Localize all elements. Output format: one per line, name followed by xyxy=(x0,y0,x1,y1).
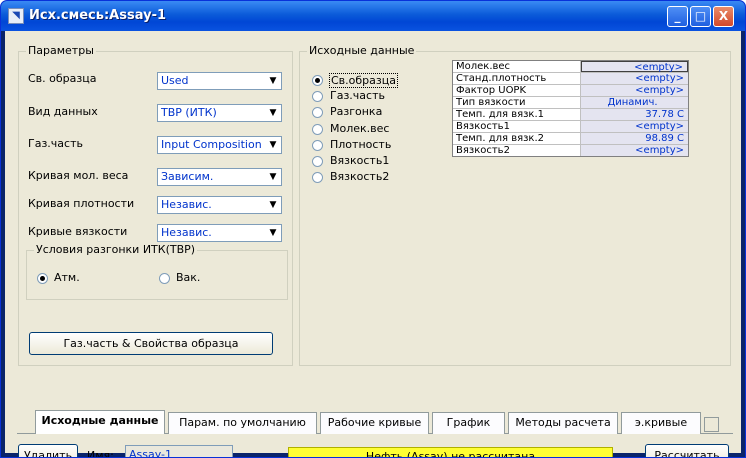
radio-label-density: Плотность xyxy=(330,138,392,151)
gas-part-value: Input Composition xyxy=(161,138,262,151)
radio-viscosity1[interactable] xyxy=(312,156,323,167)
grid-row[interactable]: Темп. для вязк.2 98.89 C xyxy=(453,133,688,145)
grid-value[interactable]: 98.89 C xyxy=(581,133,688,144)
gas-part-props-button[interactable]: Газ.часть & Свойства образца xyxy=(29,332,273,355)
grid-value[interactable]: <empty> xyxy=(581,73,688,84)
radio-density[interactable] xyxy=(312,140,323,151)
atm-radio-label: Атм. xyxy=(54,271,80,284)
assay-window: ◥ Исх.смесь:Assay-1 _ □ X Параметры Св. … xyxy=(0,0,746,458)
delete-button-label: Удалить xyxy=(23,449,73,458)
grid-row[interactable]: Станд.плотность <empty> xyxy=(453,73,688,85)
name-field[interactable]: Assay-1 xyxy=(125,445,233,458)
grid-key: Вязкость1 xyxy=(453,121,581,132)
tab-working-curves[interactable]: Рабочие кривые xyxy=(320,412,429,434)
param-label-data-type: Вид данных xyxy=(28,105,98,118)
radio-sample-props[interactable] xyxy=(312,75,323,86)
vac-radio-label: Вак. xyxy=(176,271,201,284)
density-curve-combo[interactable]: Независ. ▼ xyxy=(157,196,282,214)
source-data-legend: Исходные данные xyxy=(307,44,417,57)
param-label-sample-props: Св. образца xyxy=(28,72,97,85)
chevron-down-icon[interactable]: ▼ xyxy=(265,105,281,121)
radio-label-gas-part: Газ.часть xyxy=(330,89,385,102)
grid-key: Вязкость2 xyxy=(453,145,581,156)
app-icon: ◥ xyxy=(8,8,24,24)
name-field-value: Assay-1 xyxy=(129,448,173,458)
tab-source-data[interactable]: Исходные данные xyxy=(35,410,165,434)
param-label-mw-curve: Кривая мол. веса xyxy=(28,169,129,182)
sample-props-grid: Молек.вес <empty> Станд.плотность <empty> … xyxy=(452,60,689,157)
tab-default-params[interactable]: Парам. по умолчанию xyxy=(168,412,317,434)
distillation-conditions-group: Условия разгонки ИТК(ТВР) Атм. Вак. xyxy=(26,243,288,300)
radio-viscosity2[interactable] xyxy=(312,172,323,183)
grid-key: Фактор UOPK xyxy=(453,85,581,96)
grid-value[interactable]: <empty> xyxy=(581,121,688,132)
grid-row[interactable]: Темп. для вязк.1 37.78 C xyxy=(453,109,688,121)
grid-row[interactable]: Молек.вес <empty> xyxy=(453,61,688,73)
chevron-down-icon[interactable]: ▼ xyxy=(265,197,281,213)
close-button[interactable]: X xyxy=(713,6,734,27)
radio-label-viscosity1: Вязкость1 xyxy=(330,154,390,167)
calculate-button-label: Рассчитать xyxy=(654,449,720,458)
radio-label-viscosity2: Вязкость2 xyxy=(330,170,390,183)
radio-mol-weight[interactable] xyxy=(312,124,323,135)
density-curve-value: Независ. xyxy=(161,198,212,211)
title-bar[interactable]: ◥ Исх.смесь:Assay-1 _ □ X xyxy=(1,1,745,31)
grid-row[interactable]: Тип вязкости Динамич. xyxy=(453,97,688,109)
delete-button[interactable]: Удалить xyxy=(18,444,78,458)
tab-scroll-arrows[interactable] xyxy=(704,417,719,432)
mw-curve-combo[interactable]: Зависим. ▼ xyxy=(157,168,282,186)
minimize-button[interactable]: _ xyxy=(667,6,688,27)
grid-row[interactable]: Вязкость2 <empty> xyxy=(453,145,688,156)
grid-value[interactable]: <empty> xyxy=(581,145,688,156)
radio-distillation[interactable] xyxy=(312,107,323,118)
grid-key: Темп. для вязк.1 xyxy=(453,109,581,120)
param-label-gas-part: Газ.часть xyxy=(28,137,83,150)
grid-value[interactable]: <empty> xyxy=(581,61,688,73)
parameters-group: Параметры Св. образца Used ▼ Вид данных … xyxy=(18,44,293,366)
param-label-density-curve: Кривая плотности xyxy=(28,197,135,210)
grid-value[interactable]: 37.78 C xyxy=(581,109,688,120)
chevron-down-icon[interactable]: ▼ xyxy=(265,137,281,153)
grid-row[interactable]: Вязкость1 <empty> xyxy=(453,121,688,133)
mw-curve-value: Зависим. xyxy=(161,170,214,183)
chevron-down-icon[interactable]: ▼ xyxy=(265,73,281,89)
grid-key: Станд.плотность xyxy=(453,73,581,84)
vac-radio[interactable] xyxy=(159,273,170,284)
grid-value[interactable]: Динамич. xyxy=(581,97,688,108)
grid-row[interactable]: Фактор UOPK <empty> xyxy=(453,85,688,97)
sample-props-value: Used xyxy=(161,74,189,87)
distillation-conditions-legend: Условия разгонки ИТК(ТВР) xyxy=(34,243,198,256)
window-client-area: Параметры Св. образца Used ▼ Вид данных … xyxy=(5,31,741,457)
calculate-button[interactable]: Рассчитать xyxy=(645,444,729,458)
maximize-button[interactable]: □ xyxy=(690,6,711,27)
name-label: Имя: xyxy=(87,449,114,458)
parameters-legend: Параметры xyxy=(26,44,96,57)
param-label-viscosity-curves: Кривые вязкости xyxy=(28,225,128,238)
chevron-down-icon[interactable]: ▼ xyxy=(265,169,281,185)
data-type-value: TBP (ИТК) xyxy=(161,106,217,119)
radio-label-mol-weight: Молек.вес xyxy=(330,122,390,135)
grid-key: Молек.вес xyxy=(453,61,581,72)
status-message: Нефть (Assay) не рассчитана xyxy=(288,447,613,457)
viscosity-curves-combo[interactable]: Независ. ▼ xyxy=(157,224,282,242)
radio-label-sample-props: Св.образца xyxy=(329,73,398,88)
tab-calc-methods[interactable]: Методы расчета xyxy=(508,412,618,434)
tab-curves[interactable]: э.кривые xyxy=(621,412,701,434)
grid-key: Тип вязкости xyxy=(453,97,581,108)
sample-props-combo[interactable]: Used ▼ xyxy=(157,72,282,90)
window-title: Исх.смесь:Assay-1 xyxy=(29,8,167,23)
chevron-down-icon[interactable]: ▼ xyxy=(265,225,281,241)
radio-gas-part[interactable] xyxy=(312,91,323,102)
tab-chart[interactable]: График xyxy=(432,412,505,434)
radio-label-distillation: Разгонка xyxy=(330,105,383,118)
grid-key: Темп. для вязк.2 xyxy=(453,133,581,144)
viscosity-curves-value: Независ. xyxy=(161,226,212,239)
data-type-combo[interactable]: TBP (ИТК) ▼ xyxy=(157,104,282,122)
atm-radio[interactable] xyxy=(37,273,48,284)
gas-part-combo[interactable]: Input Composition ▼ xyxy=(157,136,282,154)
grid-value[interactable]: <empty> xyxy=(581,85,688,96)
